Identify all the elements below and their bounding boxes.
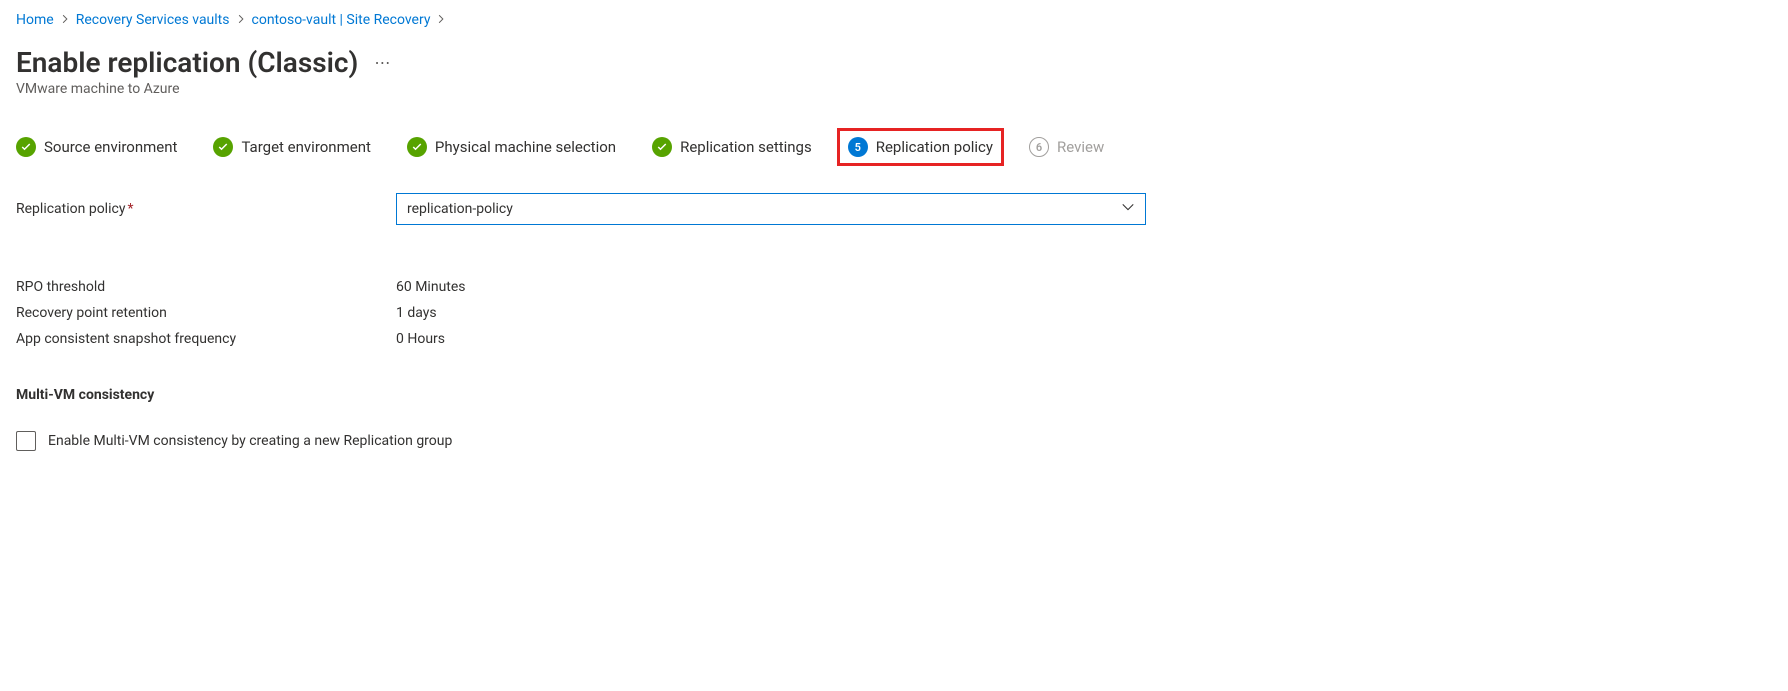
step-source-environment[interactable]: Source environment: [16, 137, 177, 157]
step-target-environment[interactable]: Target environment: [213, 137, 370, 157]
breadcrumb-contoso-vault[interactable]: contoso-vault | Site Recovery: [252, 12, 431, 28]
step-physical-machine-selection[interactable]: Physical machine selection: [407, 137, 616, 157]
step-replication-policy[interactable]: 5 Replication policy: [837, 128, 1004, 166]
step-label: Source environment: [44, 138, 177, 156]
chevron-right-icon: [236, 13, 246, 27]
step-label: Review: [1057, 138, 1104, 156]
recovery-point-retention-label: Recovery point retention: [16, 305, 396, 321]
chevron-right-icon: [60, 13, 70, 27]
replication-policy-dropdown[interactable]: replication-policy: [396, 193, 1146, 225]
more-actions-button[interactable]: ⋯: [374, 53, 391, 72]
dropdown-value: replication-policy: [407, 201, 513, 217]
app-consistent-snapshot-label: App consistent snapshot frequency: [16, 331, 396, 347]
breadcrumb-recovery-services-vaults[interactable]: Recovery Services vaults: [76, 12, 230, 28]
rpo-threshold-label: RPO threshold: [16, 279, 396, 295]
step-label: Replication settings: [680, 138, 812, 156]
chevron-down-icon: [1121, 200, 1135, 218]
multi-vm-consistency-heading: Multi-VM consistency: [16, 387, 1772, 403]
step-label: Replication policy: [876, 138, 993, 156]
breadcrumb-home[interactable]: Home: [16, 12, 54, 28]
app-consistent-snapshot-value: 0 Hours: [396, 331, 445, 347]
page-title: Enable replication (Classic): [16, 46, 358, 79]
check-circle-icon: [652, 137, 672, 157]
chevron-right-icon: [436, 13, 446, 27]
rpo-threshold-value: 60 Minutes: [396, 279, 466, 295]
breadcrumb: Home Recovery Services vaults contoso-va…: [16, 12, 1772, 28]
step-label: Target environment: [241, 138, 370, 156]
step-number-icon: 5: [848, 137, 868, 157]
stepper: Source environment Target environment Ph…: [16, 137, 1772, 157]
step-label: Physical machine selection: [435, 138, 616, 156]
enable-multi-vm-checkbox[interactable]: [16, 431, 36, 451]
check-circle-icon: [213, 137, 233, 157]
step-review[interactable]: 6 Review: [1029, 137, 1104, 157]
step-replication-settings[interactable]: Replication settings: [652, 137, 812, 157]
check-circle-icon: [407, 137, 427, 157]
step-number-icon: 6: [1029, 137, 1049, 157]
enable-multi-vm-label: Enable Multi-VM consistency by creating …: [48, 433, 452, 449]
recovery-point-retention-value: 1 days: [396, 305, 437, 321]
page-subtitle: VMware machine to Azure: [16, 81, 1772, 97]
check-circle-icon: [16, 137, 36, 157]
required-asterisk-icon: *: [127, 201, 133, 217]
replication-policy-label: Replication policy*: [16, 201, 396, 217]
